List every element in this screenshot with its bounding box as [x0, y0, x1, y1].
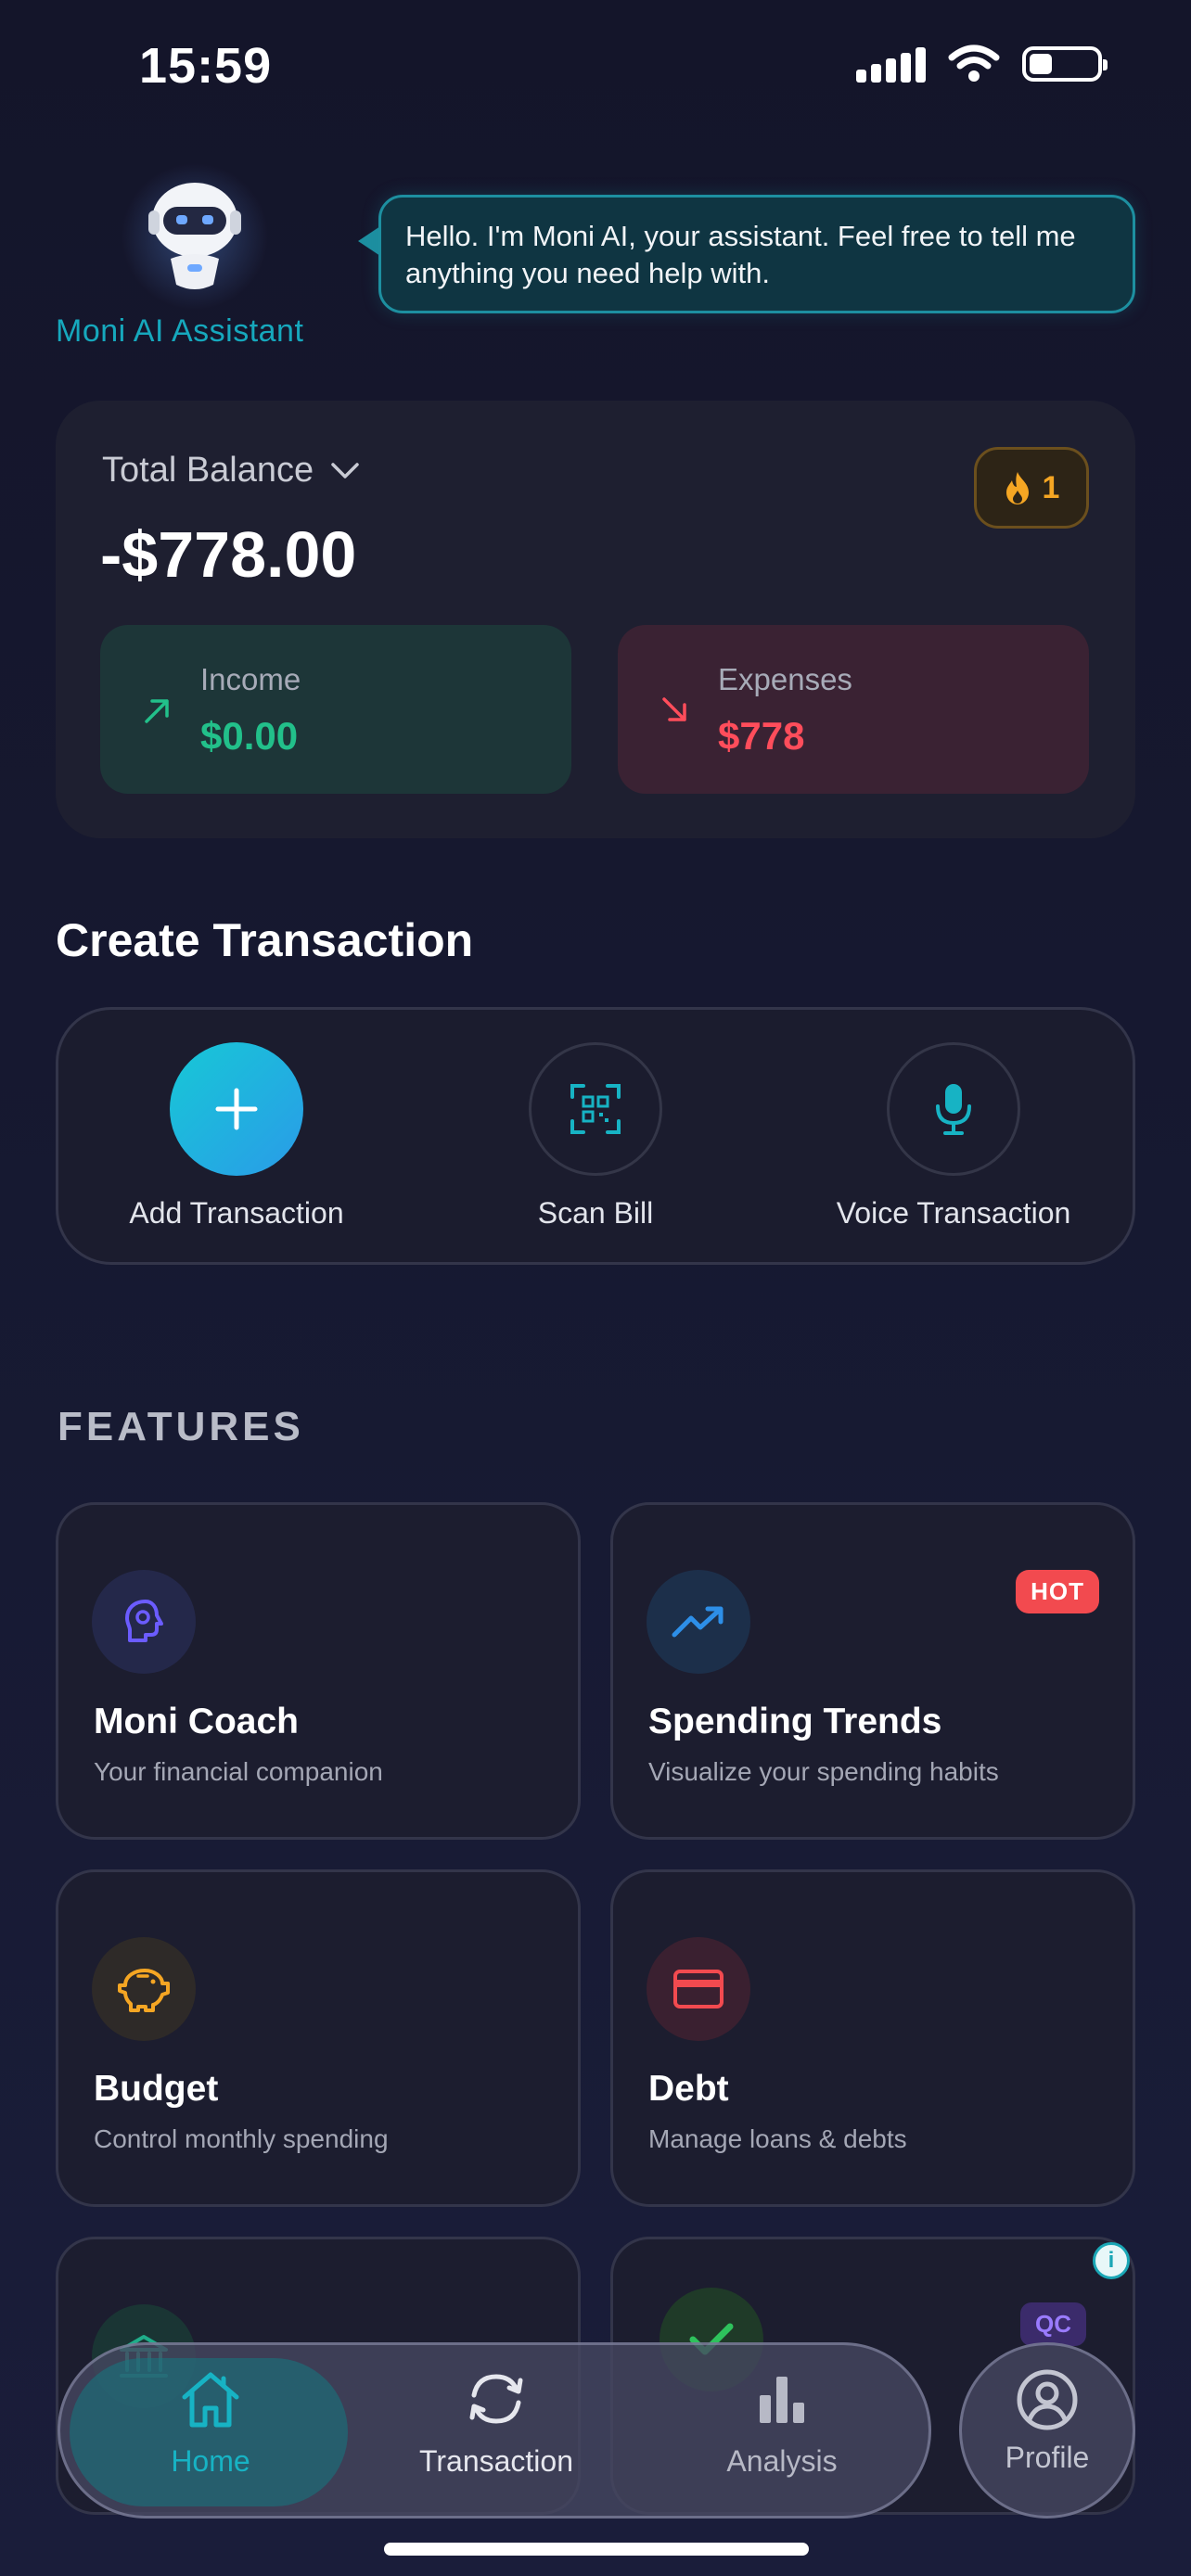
- feature-title: Debt: [648, 2069, 729, 2109]
- income-label: Income: [200, 662, 301, 696]
- battery-icon: [1022, 46, 1108, 82]
- income-tile[interactable]: Income $0.00: [100, 625, 571, 794]
- add-transaction-button[interactable]: Add Transaction: [79, 1042, 394, 1231]
- feature-moni-coach[interactable]: Moni Coach Your financial companion: [56, 1502, 581, 1840]
- robot-icon: [148, 183, 241, 289]
- feature-budget[interactable]: Budget Control monthly spending: [56, 1869, 581, 2207]
- plus-icon: [215, 1088, 258, 1130]
- nav-analysis[interactable]: Analysis: [643, 2367, 921, 2479]
- nav-home[interactable]: Home: [71, 2367, 350, 2479]
- nav-profile[interactable]: Profile: [959, 2342, 1135, 2519]
- feature-subtitle: Manage loans & debts: [648, 2124, 907, 2153]
- qc-badge: QC: [1020, 2302, 1086, 2346]
- home-icon: [182, 2372, 239, 2428]
- trend-up-icon: [672, 1606, 724, 1638]
- feature-subtitle: Visualize your spending habits: [648, 1757, 999, 1786]
- ai-robot-avatar[interactable]: [121, 162, 269, 311]
- feature-subtitle: Control monthly spending: [94, 2124, 389, 2153]
- hot-badge: HOT: [1016, 1570, 1099, 1613]
- moni-coach-icon-wrap: [92, 1570, 196, 1674]
- assistant-message-bubble[interactable]: Hello. I'm Moni AI, your assistant. Feel…: [378, 195, 1135, 313]
- feature-spending-trends[interactable]: HOT Spending Trends Visualize your spend…: [610, 1502, 1135, 1840]
- add-transaction-label: Add Transaction: [129, 1196, 344, 1230]
- microphone-icon: [936, 1084, 971, 1135]
- feature-debt[interactable]: Debt Manage loans & debts: [610, 1869, 1135, 2207]
- bubble-tail: [358, 226, 380, 256]
- arrow-up-right-icon: [145, 699, 169, 723]
- info-icon[interactable]: i: [1093, 2242, 1130, 2279]
- arrow-down-right-icon: [662, 697, 686, 721]
- signal-icon: [856, 45, 926, 83]
- scan-bill-button[interactable]: Scan Bill: [438, 1042, 753, 1231]
- scan-bill-label: Scan Bill: [537, 1196, 654, 1230]
- voice-transaction-button[interactable]: Voice Transaction: [796, 1042, 1111, 1231]
- scan-bill-circle[interactable]: [529, 1042, 662, 1176]
- feature-title: Spending Trends: [648, 1702, 942, 1741]
- bar-chart-icon: [760, 2377, 804, 2423]
- balance-label: Total Balance: [102, 451, 314, 490]
- streak-badge[interactable]: 1: [974, 447, 1089, 529]
- piggy-bank-icon: [118, 1969, 170, 2012]
- home-indicator: [384, 2543, 809, 2556]
- features-title: FEATURES: [58, 1404, 304, 1449]
- credit-card-icon: [673, 1970, 724, 2009]
- spending-trends-icon-wrap: [647, 1570, 750, 1674]
- flame-icon: [1005, 472, 1029, 504]
- user-circle-icon: [1017, 2369, 1078, 2430]
- nav-transaction-label: Transaction: [419, 2444, 573, 2478]
- expenses-value: $778: [718, 714, 805, 758]
- create-transaction-title: Create Transaction: [56, 914, 474, 966]
- nav-transaction[interactable]: Transaction: [357, 2367, 635, 2479]
- status-time: 15:59: [139, 38, 273, 94]
- add-transaction-circle[interactable]: [170, 1042, 303, 1176]
- nav-home-label: Home: [171, 2444, 250, 2478]
- chevron-down-icon: [331, 462, 359, 478]
- income-value: $0.00: [200, 714, 299, 758]
- feature-title: Budget: [94, 2069, 219, 2109]
- balance-selector[interactable]: Total Balance: [102, 451, 360, 491]
- debt-icon-wrap: [647, 1937, 750, 2041]
- assistant-name: Moni AI Assistant: [56, 313, 304, 349]
- wifi-icon: [948, 45, 1000, 82]
- bottom-nav: Home Transaction Analysis: [58, 2342, 931, 2519]
- expenses-label: Expenses: [718, 662, 852, 696]
- feature-subtitle: Your financial companion: [94, 1757, 383, 1786]
- balance-amount: -$778.00: [100, 518, 357, 591]
- status-icons: [856, 45, 1108, 83]
- budget-icon-wrap: [92, 1937, 196, 2041]
- streak-count: 1: [1042, 469, 1060, 505]
- voice-transaction-label: Voice Transaction: [836, 1196, 1071, 1230]
- nav-profile-label: Profile: [1005, 2441, 1090, 2474]
- refresh-icon: [469, 2374, 523, 2424]
- expenses-tile[interactable]: Expenses $778: [618, 625, 1089, 794]
- nav-analysis-label: Analysis: [726, 2444, 838, 2478]
- brain-icon: [125, 1600, 163, 1642]
- qr-scan-icon: [570, 1084, 621, 1134]
- voice-transaction-circle[interactable]: [887, 1042, 1020, 1176]
- feature-title: Moni Coach: [94, 1702, 299, 1741]
